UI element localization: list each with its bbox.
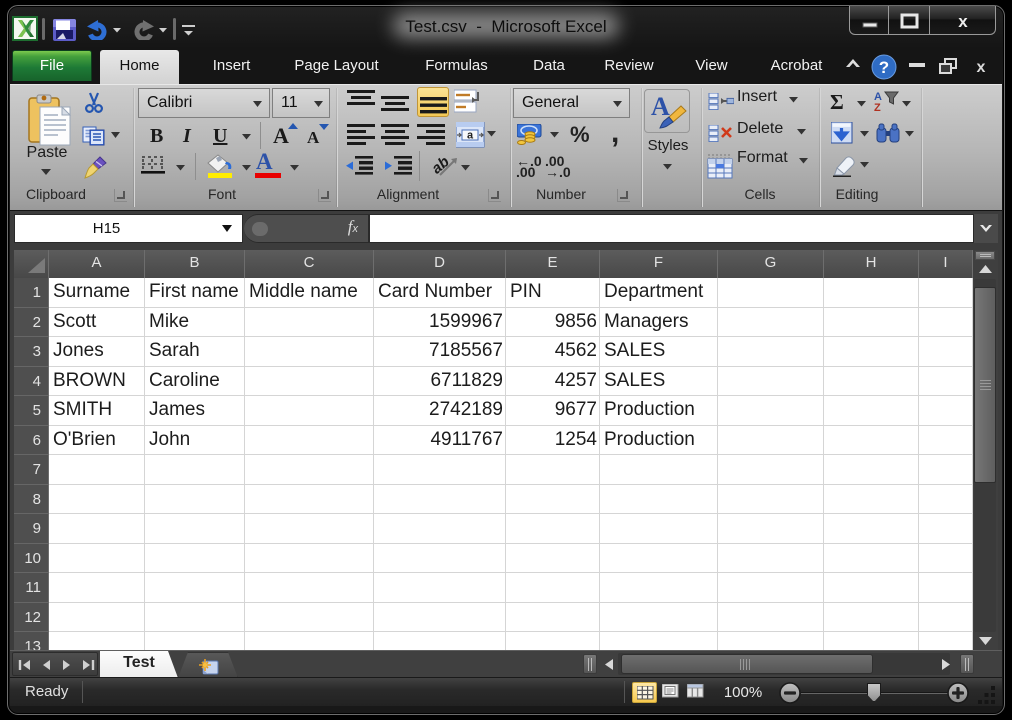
svg-text:x: x [977,59,986,76]
svg-text:x: x [958,12,968,31]
svg-text:a: a [467,130,474,142]
svg-text:?: ? [879,58,889,77]
svg-text:Z: Z [874,102,881,114]
